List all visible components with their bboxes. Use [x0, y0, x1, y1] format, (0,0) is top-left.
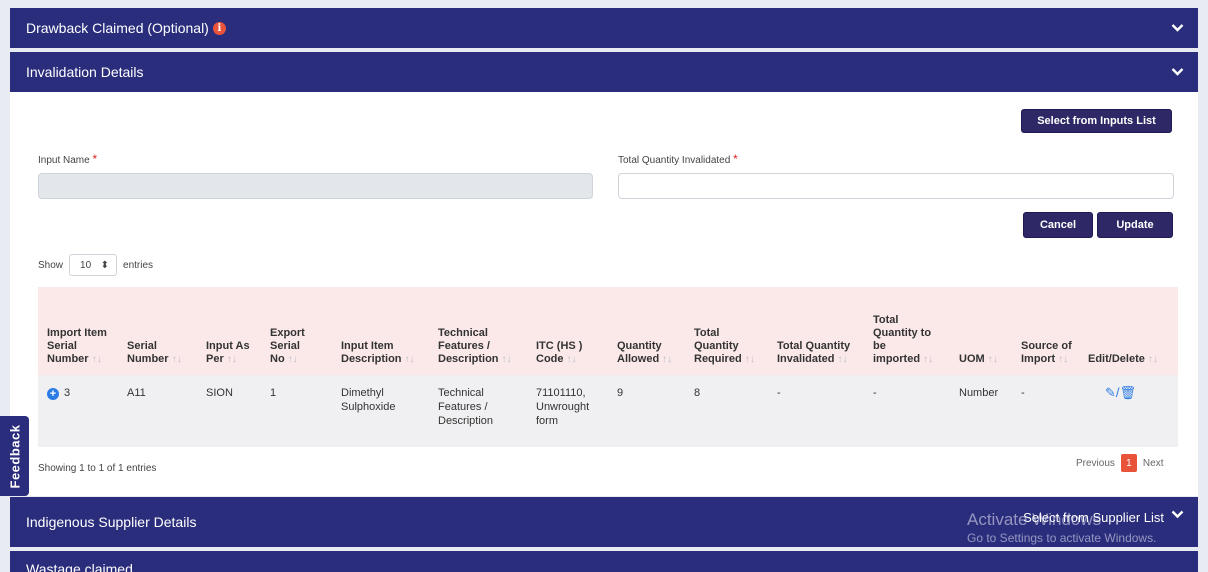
column-header[interactable]: Total Quantity Invalidated ↑↓ [768, 287, 864, 375]
edit-pencil-icon[interactable]: ✎ [1105, 385, 1116, 400]
column-header[interactable]: Export Serial No ↑↓ [261, 287, 332, 375]
total-quantity-invalidated-label: Total Quantity Invalidated * [618, 152, 738, 166]
wastage-panel-header[interactable]: Wastage claimed [10, 551, 1198, 572]
cancel-button[interactable]: Cancel [1023, 212, 1093, 238]
sort-icon: ↑↓ [171, 354, 182, 365]
cell-serial-number: A11 [127, 387, 146, 399]
sort-icon: ↑↓ [226, 354, 237, 365]
column-header[interactable]: Source of Import ↑↓ [1012, 287, 1079, 375]
page-1-button[interactable]: 1 [1120, 454, 1137, 472]
invalidation-panel-header[interactable]: Invalidation Details [10, 52, 1198, 92]
cell-total-quantity-to-be-imported: - [873, 387, 877, 399]
feedback-label: Feedback [7, 424, 23, 488]
watermark-line-1: Activate Windows [967, 510, 1102, 529]
cell-quantity-allowed: 9 [617, 387, 624, 399]
sort-icon: ↑↓ [744, 354, 755, 365]
entries-select[interactable]: 10 ⬍ [69, 254, 118, 276]
sort-icon: ↑↓ [404, 354, 415, 365]
entries-select-value: 10 [80, 259, 92, 271]
cell-edit-delete: ✎/🗑 [1105, 385, 1137, 400]
cell-source-of-import: - [1021, 387, 1025, 399]
sort-icon: ↑↓ [662, 354, 673, 365]
indigenous-supplier-panel-title: Indigenous Supplier Details [26, 514, 197, 530]
column-header[interactable]: Edit/Delete ↑↓ [1079, 287, 1178, 375]
inputs-table: Import Item Serial Number ↑↓ Serial Numbe… [38, 287, 1178, 447]
select-from-inputs-list-button[interactable]: Select from Inputs List [1021, 109, 1172, 133]
required-mark: * [92, 152, 98, 166]
required-mark: * [733, 152, 738, 166]
table-header-row: Import Item Serial Number ↑↓ Serial Numbe… [38, 287, 1178, 375]
column-header[interactable]: Technical Features / Description ↑↓ [429, 287, 527, 375]
entries-label: entries [123, 259, 154, 271]
previous-page-link[interactable]: Previous [1076, 458, 1115, 469]
column-header[interactable]: Serial Number ↑↓ [118, 287, 197, 375]
info-icon[interactable]: i [212, 21, 226, 35]
cell-input-item-description: Dimethyl Sulphoxide [341, 387, 396, 413]
feedback-tab[interactable]: Feedback [0, 416, 29, 496]
delete-trash-icon[interactable]: 🗑 [1120, 385, 1137, 400]
wastage-panel-title: Wastage claimed [26, 561, 133, 572]
show-label: Show [38, 259, 64, 271]
expand-row-icon[interactable]: + [47, 388, 59, 400]
drawback-panel-header[interactable]: Drawback Claimed (Optional) i [10, 8, 1198, 48]
cell-uom: Number [959, 387, 999, 399]
column-header[interactable]: ITC (HS ) Code ↑↓ [527, 287, 608, 375]
cell-total-quantity-required: 8 [694, 387, 701, 399]
invalidation-panel-body: Select from Inputs List Input Name * Tot… [10, 92, 1198, 496]
sort-icon: ↑↓ [923, 354, 934, 365]
sort-icon: ↑↓ [566, 354, 577, 365]
sort-icon: ↑↓ [287, 354, 298, 365]
invalidation-panel-title: Invalidation Details [26, 64, 144, 80]
table-info: Showing 1 to 1 of 1 entries [38, 463, 157, 474]
cell-export-serial-no: 1 [270, 387, 277, 399]
table-row: +3 A11 SION 1 Dimethyl Sulphoxide Techni… [38, 375, 1178, 447]
column-header[interactable]: UOM ↑↓ [950, 287, 1012, 375]
input-name-label: Input Name * [38, 152, 98, 166]
sort-icon: ↑↓ [837, 354, 848, 365]
sort-icon: ↑↓ [91, 354, 102, 365]
pagination: Previous 1 Next [1076, 454, 1163, 472]
activate-windows-watermark: Activate Windows Go to Settings to activ… [967, 510, 1156, 545]
select-updown-icon: ⬍ [100, 259, 110, 271]
column-header[interactable]: Quantity Allowed ↑↓ [608, 287, 685, 375]
update-button[interactable]: Update [1097, 212, 1173, 238]
sort-icon: ↑↓ [1058, 354, 1069, 365]
column-header[interactable]: Import Item Serial Number ↑↓ [38, 287, 118, 375]
input-name-field[interactable] [38, 173, 593, 199]
sort-icon: ↑↓ [501, 354, 512, 365]
chevron-down-icon[interactable] [1171, 510, 1184, 519]
length-menu: Show 10 ⬍ entries [38, 254, 153, 276]
next-page-link[interactable]: Next [1143, 458, 1164, 469]
total-quantity-invalidated-field[interactable] [618, 173, 1174, 199]
sort-icon: ↑↓ [987, 354, 998, 365]
column-header[interactable]: Input Item Description ↑↓ [332, 287, 429, 375]
column-header[interactable]: Total Quantity to be imported ↑↓ [864, 287, 950, 375]
cell-input-as-per: SION [206, 387, 233, 399]
column-header[interactable]: Total Quantity Required ↑↓ [685, 287, 768, 375]
sort-icon: ↑↓ [1147, 354, 1158, 365]
cell-import-item-serial-number: +3 [38, 375, 118, 447]
drawback-panel-title: Drawback Claimed (Optional) [26, 20, 209, 36]
chevron-down-icon[interactable] [1171, 68, 1184, 77]
cell-technical-features: Technical Features / Description [438, 387, 494, 427]
cell-total-quantity-invalidated: - [777, 387, 781, 399]
column-header[interactable]: Input As Per ↑↓ [197, 287, 261, 375]
cell-itc-code: 71101110, Unwrought form [536, 387, 590, 427]
chevron-down-icon[interactable] [1171, 24, 1184, 33]
watermark-line-2: Go to Settings to activate Windows. [967, 531, 1157, 545]
